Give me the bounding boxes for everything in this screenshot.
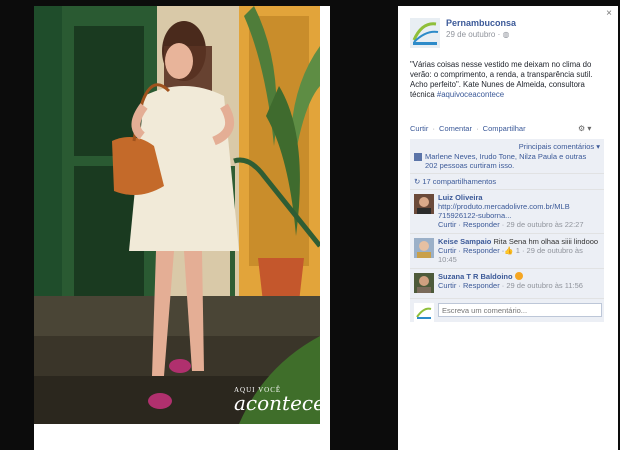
- comment-actions[interactable]: Curtir · Responder: [438, 281, 500, 290]
- comment-meta: Curtir · Responder · 29 de outubro às 11…: [438, 281, 583, 290]
- likes-summary: Principais comentários ▾ Marlene Neves, …: [410, 139, 604, 174]
- post-actions: Curtir · Comentar · Compartilhar: [410, 124, 528, 133]
- comment-like-thumb-icon[interactable]: 👍: [504, 246, 513, 255]
- brand-wordmark: acontece: [234, 391, 320, 415]
- photo-frame: AQUI VOCÊ acontece: [34, 6, 330, 450]
- post-caption: "Várias coisas nesse vestido me deixam n…: [410, 60, 606, 100]
- avatar-image: [414, 273, 434, 293]
- avatar-image: [414, 238, 434, 258]
- comment-author[interactable]: Suzana T R Baldoino: [438, 272, 513, 281]
- comment-time[interactable]: · 29 de outubro às 11:56: [500, 281, 583, 290]
- likes-names[interactable]: Marlene Neves, Irudo: [425, 152, 497, 161]
- comment-meta: Curtir · Responder · 29 de outubro às 22…: [438, 220, 584, 229]
- comment-time[interactable]: · 29 de outubro às 22:27: [500, 220, 584, 229]
- page-logo-icon: [410, 18, 440, 48]
- post-settings-icon[interactable]: ⚙ ▾: [578, 124, 591, 133]
- comment-author[interactable]: Keise Sampaio: [438, 237, 491, 246]
- page-avatar[interactable]: [410, 18, 440, 48]
- like-thumb-icon: [414, 153, 422, 161]
- globe-icon: ◍: [502, 30, 510, 39]
- close-icon[interactable]: ×: [606, 8, 612, 19]
- comment-action[interactable]: Comentar: [439, 124, 472, 133]
- comment-actions[interactable]: Curtir · Responder ·: [438, 246, 504, 255]
- feedback-section: Principais comentários ▾ Marlene Neves, …: [410, 139, 604, 323]
- brand-logo: AQUI VOCÊ acontece: [234, 386, 320, 415]
- commenter-avatar[interactable]: [414, 194, 434, 214]
- commenter-avatar[interactable]: [414, 273, 434, 293]
- viewer-avatar: [414, 303, 434, 323]
- comment-input[interactable]: [438, 303, 602, 317]
- comment-meta: Curtir · Responder ·👍 1 · 29 de outubro …: [438, 246, 583, 264]
- emoji-icon: [514, 272, 523, 280]
- comment-order-dropdown[interactable]: Principais comentários ▾: [519, 142, 600, 151]
- action-separator: ·: [432, 124, 435, 133]
- likes-text[interactable]: Marlene Neves, Irudo Tone, Nilza Paula e…: [425, 152, 600, 170]
- page-name-link[interactable]: Pernambuconsa: [446, 18, 516, 28]
- post-panel: × Pernambuconsa 29 de outubro · ◍ "Vária…: [398, 6, 618, 450]
- comment-link[interactable]: http://produto.mercadolivre.com.br/MLB 7…: [438, 202, 570, 220]
- shares-count[interactable]: ↻ 17 compartilhamentos: [410, 174, 604, 190]
- comment-author[interactable]: Luiz Oliveira: [438, 193, 483, 202]
- comment-item: Keise Sampaio Rita Sena hm olhaa siiii l…: [410, 234, 604, 269]
- commenter-avatar[interactable]: [414, 238, 434, 258]
- like-action[interactable]: Curtir: [410, 124, 428, 133]
- photo-illustration: [34, 6, 320, 424]
- comment-actions[interactable]: Curtir · Responder: [438, 220, 500, 229]
- avatar-image: [414, 194, 434, 214]
- comment-item: Luiz Oliveira http://produto.mercadolivr…: [410, 190, 604, 234]
- post-photo[interactable]: AQUI VOCÊ acontece: [34, 6, 320, 424]
- comment-item: Suzana T R Baldoino Curtir · Responder ·…: [410, 269, 604, 299]
- shares-text: 17 compartilhamentos: [422, 177, 497, 186]
- viewer-avatar-icon: [414, 303, 434, 323]
- hashtag-link[interactable]: #aquivoceacontece: [437, 90, 504, 99]
- comment-composer: [410, 299, 604, 323]
- post-timestamp[interactable]: 29 de outubro · ◍: [446, 30, 509, 39]
- comment-text: Rita Sena hm olhaa siiii lindooo: [491, 237, 599, 246]
- action-separator: ·: [476, 124, 479, 133]
- share-action[interactable]: Compartilhar: [483, 124, 526, 133]
- post-date-text: 29 de outubro ·: [446, 30, 501, 39]
